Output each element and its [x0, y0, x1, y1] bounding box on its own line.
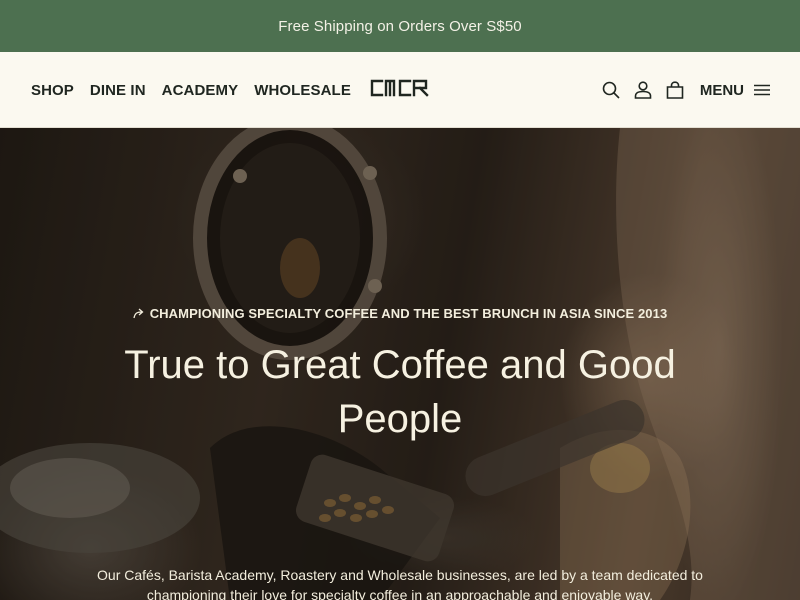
hero-headline: True to Great Coffee and Good People [124, 343, 676, 441]
primary-nav: SHOP DINE IN ACADEMY WHOLESALE [31, 52, 351, 128]
cart-icon[interactable] [664, 79, 686, 101]
hero-eyebrow: CHAMPIONING SPECIALTY COFFEE AND THE BES… [0, 306, 800, 321]
nav-academy[interactable]: ACADEMY [162, 82, 239, 99]
nav-wholesale[interactable]: WHOLESALE [254, 82, 351, 99]
announcement-bar: Free Shipping on Orders Over S$50 [0, 0, 800, 52]
nav-dine-in[interactable]: DINE IN [90, 82, 146, 99]
site-header: SHOP DINE IN ACADEMY WHOLESALE MENU [0, 52, 800, 128]
nav-shop[interactable]: SHOP [31, 82, 74, 99]
brand-logo[interactable] [368, 76, 432, 100]
hero-section: CHAMPIONING SPECIALTY COFFEE AND THE BES… [0, 128, 800, 600]
arrow-icon [133, 308, 144, 319]
account-icon[interactable] [632, 79, 654, 101]
menu-label: MENU [699, 81, 744, 99]
menu-button[interactable]: MENU [700, 82, 770, 99]
search-icon[interactable] [600, 79, 622, 101]
brand-logo-mark [370, 79, 429, 97]
hamburger-icon [754, 84, 770, 96]
hero-subtext: Our Cafés, Barista Academy, Roastery and… [97, 567, 703, 600]
header-actions: MENU [600, 52, 770, 128]
announcement-text: Free Shipping on Orders Over S$50 [278, 17, 522, 35]
hero-eyebrow-text: CHAMPIONING SPECIALTY COFFEE AND THE BES… [149, 306, 668, 321]
